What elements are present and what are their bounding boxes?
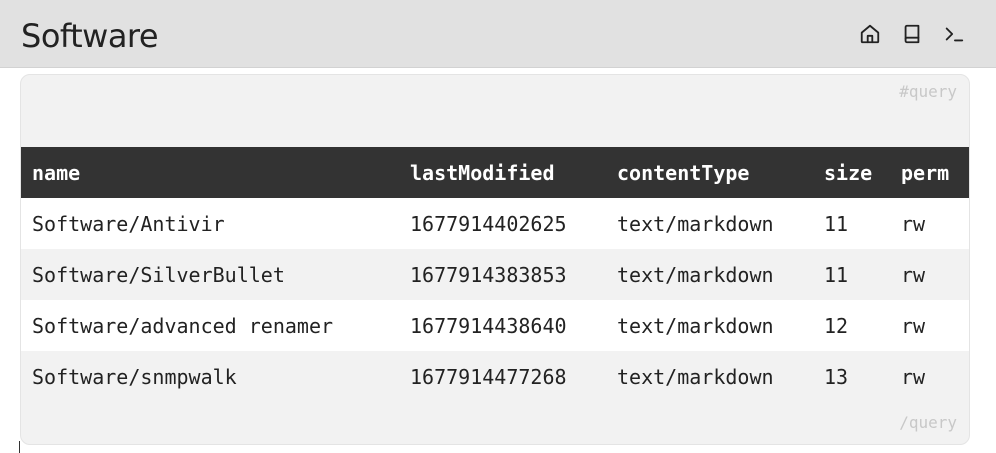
text-cursor <box>19 441 20 453</box>
results-table: name lastModified contentType size perm … <box>21 147 969 402</box>
table-row: Software/SilverBullet 1677914383853 text… <box>21 249 969 300</box>
column-header-contenttype: contentType <box>606 147 813 198</box>
cell-name[interactable]: Software/Antivir <box>21 198 399 249</box>
cell-contenttype: text/markdown <box>617 262 774 287</box>
home-button[interactable] <box>858 22 882 46</box>
cell-size: 13 <box>824 364 849 389</box>
top-bar: Software <box>0 0 996 68</box>
column-header-lastmodified: lastModified <box>399 147 606 198</box>
terminal-button[interactable] <box>942 22 966 46</box>
query-close-marker: /query <box>899 413 957 432</box>
page-title: Software <box>21 17 159 55</box>
column-header-perm: perm <box>890 147 969 198</box>
cell-contenttype: text/markdown <box>617 211 774 236</box>
table-header-row: name lastModified contentType size perm <box>21 147 969 198</box>
terminal-icon <box>945 27 964 42</box>
table-row: Software/snmpwalk 1677914477268 text/mar… <box>21 351 969 402</box>
cell-size: 11 <box>824 211 849 236</box>
cell-perm: rw <box>901 313 926 338</box>
header-actions <box>858 22 966 46</box>
cell-lastmodified: 1677914477268 <box>410 364 567 389</box>
cell-size: 12 <box>824 313 849 338</box>
table-row: Software/Antivir 1677914402625 text/mark… <box>21 198 969 249</box>
index-button[interactable] <box>900 22 924 46</box>
cell-name[interactable]: Software/SilverBullet <box>21 249 399 300</box>
table-row: Software/advanced renamer 1677914438640 … <box>21 300 969 351</box>
query-open-marker: #query <box>899 82 957 101</box>
cell-contenttype: text/markdown <box>617 364 774 389</box>
book-icon <box>904 24 920 44</box>
cell-perm: rw <box>901 262 926 287</box>
cell-contenttype: text/markdown <box>617 313 774 338</box>
cell-size: 11 <box>824 262 849 287</box>
column-header-size: size <box>813 147 890 198</box>
cell-perm: rw <box>901 364 926 389</box>
cell-lastmodified: 1677914383853 <box>410 262 567 287</box>
cell-lastmodified: 1677914402625 <box>410 211 567 236</box>
query-block[interactable]: #query name lastModified contentType siz… <box>20 74 970 445</box>
column-header-name: name <box>21 147 399 198</box>
cell-lastmodified: 1677914438640 <box>410 313 567 338</box>
cell-perm: rw <box>901 211 926 236</box>
cell-name[interactable]: Software/snmpwalk <box>21 351 399 402</box>
home-icon <box>860 24 880 44</box>
cell-name[interactable]: Software/advanced renamer <box>21 300 399 351</box>
